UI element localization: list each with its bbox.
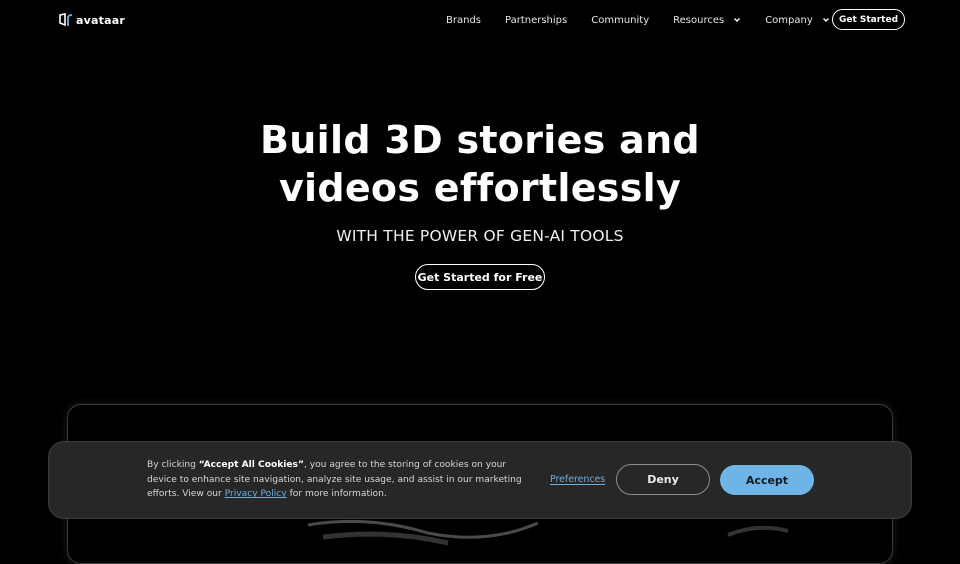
cookie-message: By clicking “Accept All Cookies”, you ag… [147,458,537,502]
main-nav: Brands Partnerships Community Resources … [446,0,854,40]
nav-link-label: Brands [446,14,481,26]
nav-link-label: Company [765,14,813,26]
hero-title: Build 3D stories and videos effortlessly [0,116,960,212]
nav-link-label: Community [591,14,650,26]
nav-link-partnerships[interactable]: Partnerships [505,15,567,26]
brand-logo[interactable]: avataar [59,13,125,27]
chevron-down-icon [734,18,741,22]
nav-link-brands[interactable]: Brands [446,15,481,26]
cookie-consent-banner: By clicking “Accept All Cookies”, you ag… [48,441,912,519]
cookie-text-bold: “Accept All Cookies” [198,460,304,470]
nav-link-resources[interactable]: Resources [673,15,741,26]
chevron-down-icon [822,18,829,22]
cookie-text-suffix: for more information. [286,489,387,500]
nav-link-label: Partnerships [505,14,568,26]
hero-title-line-2: videos effortlessly [278,166,682,210]
nav-link-label: Resources [673,14,725,26]
hero-title-line-1: Build 3D stories and [260,118,700,162]
avataar-logo-icon [59,13,73,27]
privacy-policy-link[interactable]: Privacy Policy [225,489,287,499]
deny-button[interactable]: Deny [616,464,710,495]
cookie-text-prefix: By clicking [147,460,199,470]
brand-name: avataar [76,13,125,27]
hero-subtitle: WITH THE POWER OF GEN-AI TOOLS [336,227,624,245]
get-started-button[interactable]: Get Started [832,9,905,30]
nav-link-company[interactable]: Company [765,15,830,26]
preferences-link[interactable]: Preferences [550,474,605,485]
nav-link-community[interactable]: Community [591,15,649,26]
accept-button[interactable]: Accept [720,465,814,495]
top-navbar: avataar Brands Partnerships Community Re… [0,0,960,40]
get-started-free-button[interactable]: Get Started for Free [415,264,545,290]
